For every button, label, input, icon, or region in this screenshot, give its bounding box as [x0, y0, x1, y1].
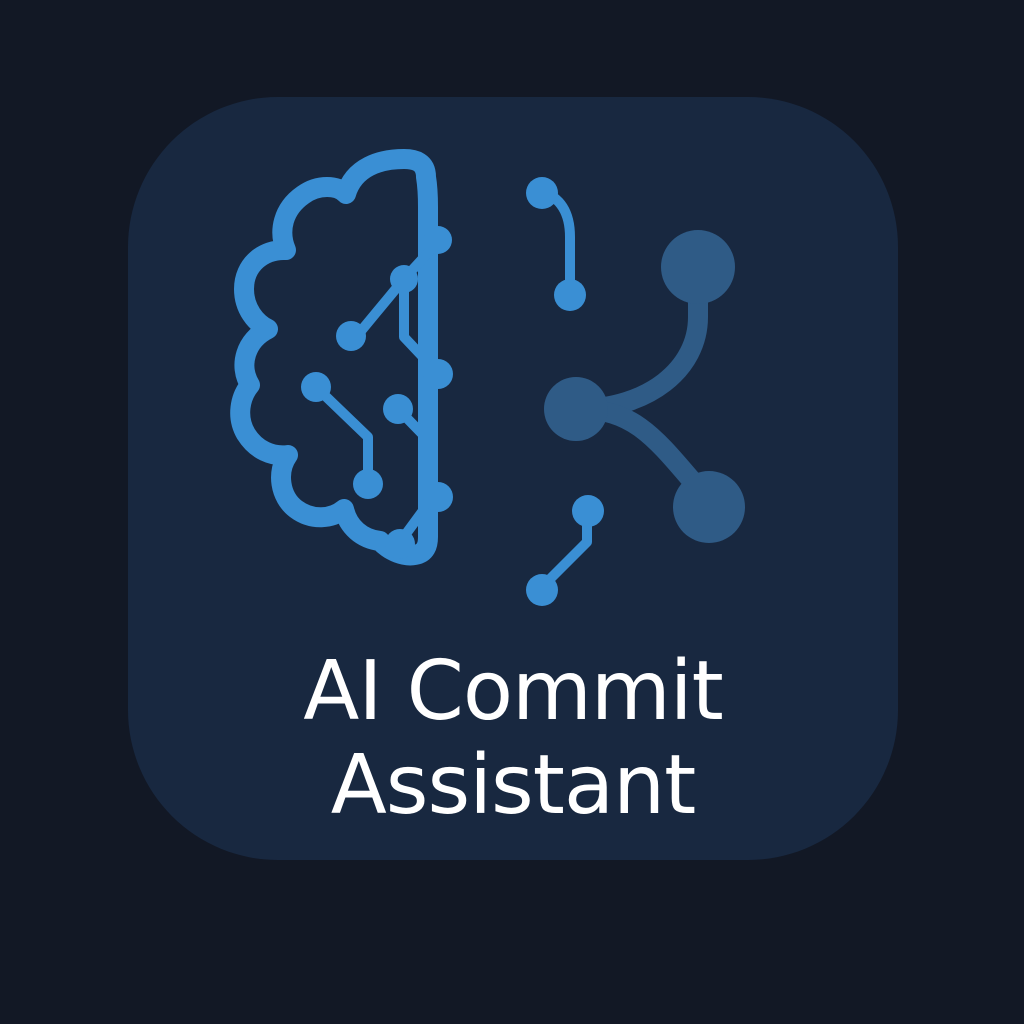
- brain-outline-icon: [230, 149, 438, 566]
- app-title: AI Commit Assistant: [128, 645, 898, 833]
- app-title-line-2: Assistant: [330, 738, 697, 833]
- app-title-line-1: AI Commit: [303, 644, 723, 739]
- app-icon: AI Commit Assistant: [128, 97, 898, 860]
